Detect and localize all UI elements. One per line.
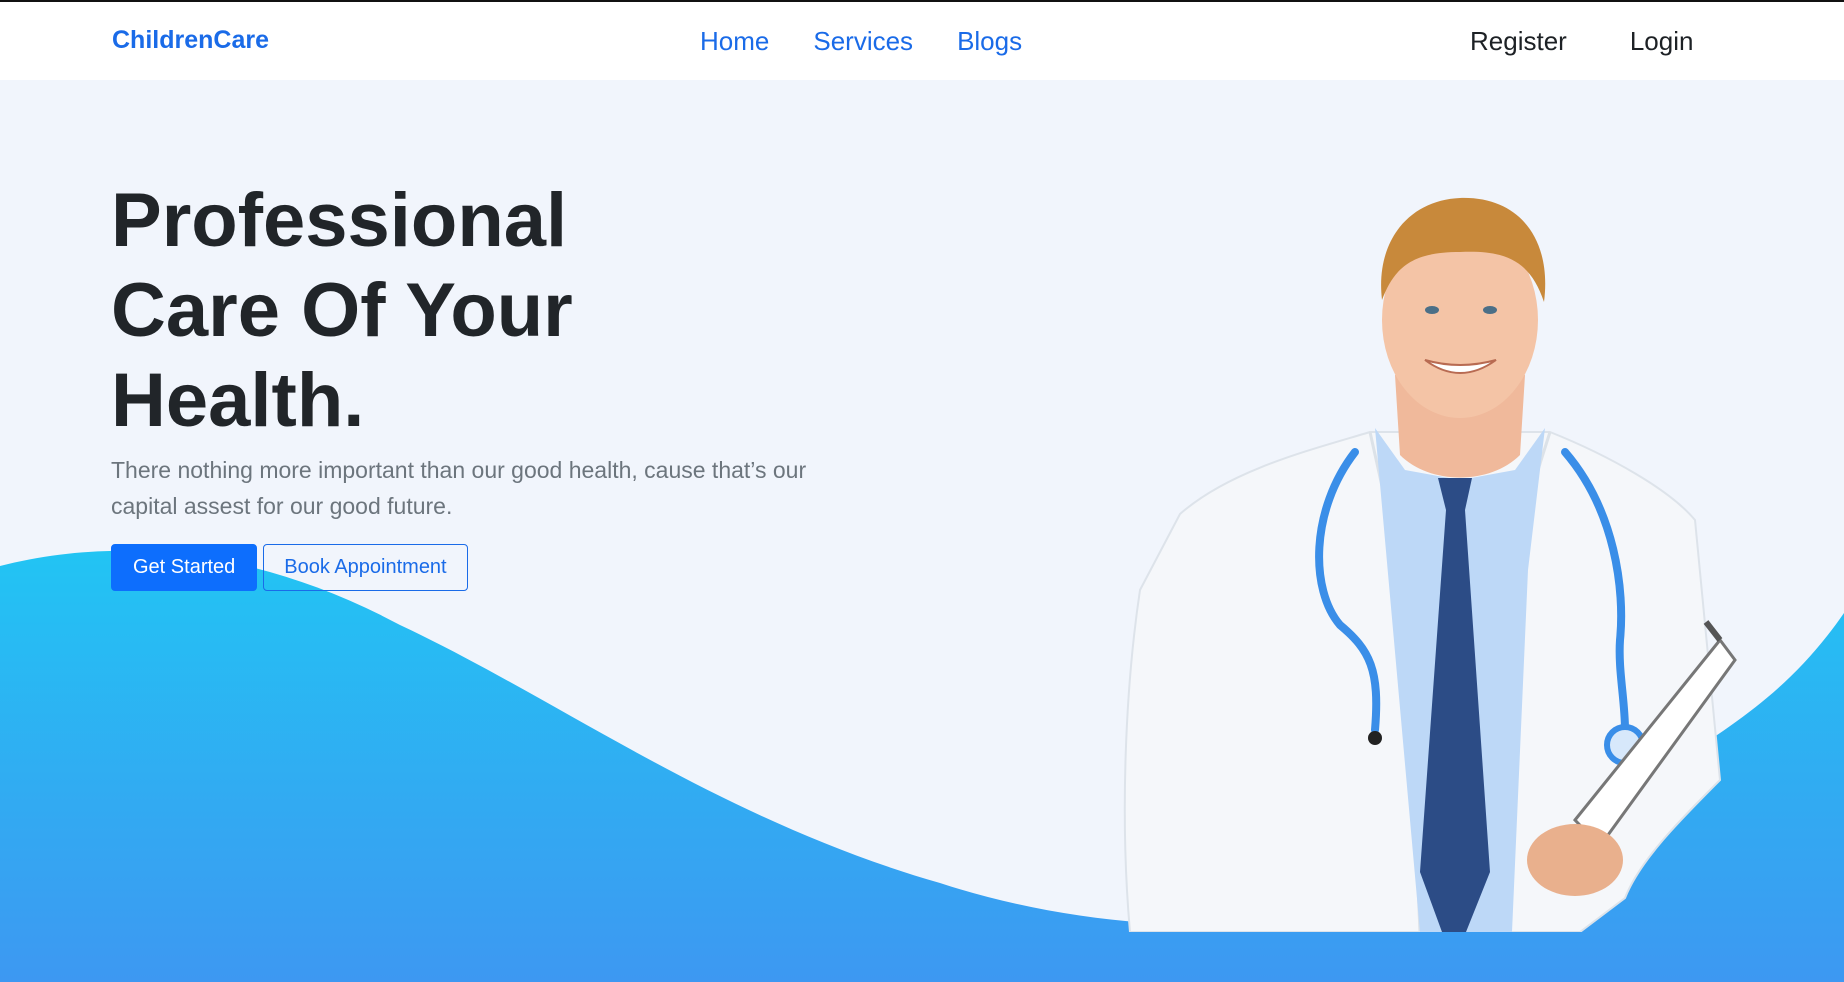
nav-link-services[interactable]: Services — [813, 26, 913, 57]
hero-actions: Get Started Book Appointment — [111, 544, 468, 591]
doctor-photo — [1123, 197, 1737, 932]
get-started-button[interactable]: Get Started — [111, 544, 258, 591]
auth-nav: Register Login — [1470, 26, 1693, 57]
nav-link-blogs[interactable]: Blogs — [957, 26, 1022, 57]
navbar: ChildrenCare Home Services Blogs Registe… — [0, 2, 1844, 80]
hero-title-line-3: Health. — [111, 358, 365, 443]
book-appointment-button[interactable]: Book Appointment — [263, 544, 468, 591]
hero-title-line-1: Professional — [111, 178, 568, 263]
nav-link-home[interactable]: Home — [700, 26, 769, 57]
register-link[interactable]: Register — [1470, 26, 1567, 57]
brand-logo-link[interactable]: ChildrenCare — [112, 26, 269, 55]
hero-description: There nothing more important than our go… — [111, 457, 807, 519]
main-nav: Home Services Blogs — [700, 26, 1022, 57]
hero-title-line-2: Care Of Your — [111, 268, 573, 353]
hero-title: Professional Care Of Your Health. — [111, 176, 711, 446]
hero-section: Professional Care Of Your Health. There … — [0, 80, 1844, 982]
login-link[interactable]: Login — [1630, 26, 1694, 57]
